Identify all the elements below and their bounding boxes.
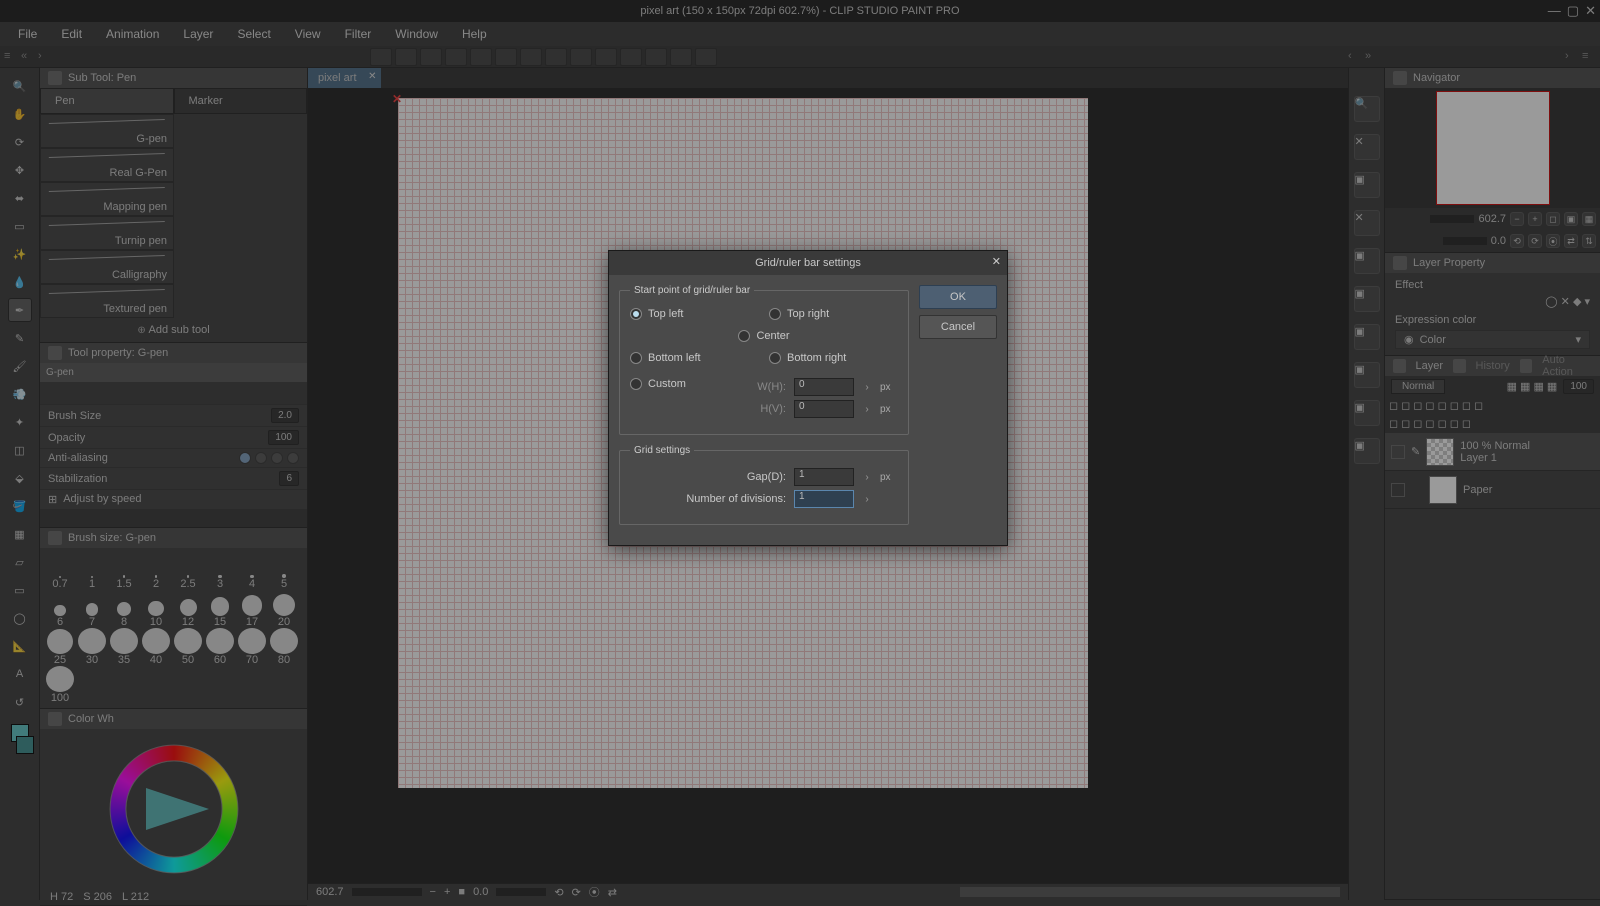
radio-bottom-right[interactable]: Bottom right [769, 352, 898, 364]
grid-settings-dialog: Grid/ruler bar settings ✕ Start point of… [608, 250, 1008, 546]
radio-custom[interactable]: Custom [630, 378, 686, 390]
radio-label: Center [756, 330, 789, 342]
radio-icon [769, 308, 781, 320]
radio-bottom-left[interactable]: Bottom left [630, 352, 759, 364]
hv-input[interactable]: 0 [794, 400, 854, 418]
gap-row: Gap(D): 1 › px [630, 468, 898, 486]
radio-label: Top right [787, 308, 829, 320]
hv-row: H(V): 0 › px [706, 400, 898, 418]
start-point-legend: Start point of grid/ruler bar [630, 285, 754, 296]
divisions-row: Number of divisions: 1 › [630, 490, 898, 508]
radio-top-left[interactable]: Top left [630, 308, 759, 320]
divisions-label: Number of divisions: [686, 493, 786, 505]
dialog-title: Grid/ruler bar settings [755, 257, 861, 269]
radio-label: Bottom right [787, 352, 846, 364]
radio-top-right[interactable]: Top right [769, 308, 898, 320]
radio-icon [630, 378, 642, 390]
unit-label: px [880, 382, 898, 393]
chevron-right-icon[interactable]: › [862, 472, 872, 483]
chevron-right-icon[interactable]: › [862, 382, 872, 393]
hv-label: H(V): [760, 403, 786, 415]
radio-center[interactable]: Center [630, 330, 898, 342]
chevron-right-icon[interactable]: › [862, 404, 872, 415]
grid-settings-fieldset: Grid settings Gap(D): 1 › px Number of divi… [619, 445, 909, 525]
radio-icon [630, 308, 642, 320]
unit-label: px [880, 404, 898, 415]
grid-settings-legend: Grid settings [630, 445, 694, 456]
ok-button[interactable]: OK [919, 285, 997, 309]
dialog-close-icon[interactable]: ✕ [992, 255, 1001, 268]
wh-input[interactable]: 0 [794, 378, 854, 396]
radio-label: Custom [648, 378, 686, 390]
divisions-input[interactable]: 1 [794, 490, 854, 508]
radio-label: Bottom left [648, 352, 701, 364]
cancel-button[interactable]: Cancel [919, 315, 997, 339]
chevron-right-icon[interactable]: › [862, 494, 872, 505]
radio-label: Top left [648, 308, 683, 320]
unit-label: px [880, 472, 898, 483]
wh-label: W(H): [757, 381, 786, 393]
start-point-fieldset: Start point of grid/ruler bar Top left T… [619, 285, 909, 435]
radio-icon [738, 330, 750, 342]
dialog-titlebar[interactable]: Grid/ruler bar settings ✕ [609, 251, 1007, 275]
radio-icon [769, 352, 781, 364]
radio-icon [630, 352, 642, 364]
gap-label: Gap(D): [747, 471, 786, 483]
gap-input[interactable]: 1 [794, 468, 854, 486]
wh-row: W(H): 0 › px [706, 378, 898, 396]
